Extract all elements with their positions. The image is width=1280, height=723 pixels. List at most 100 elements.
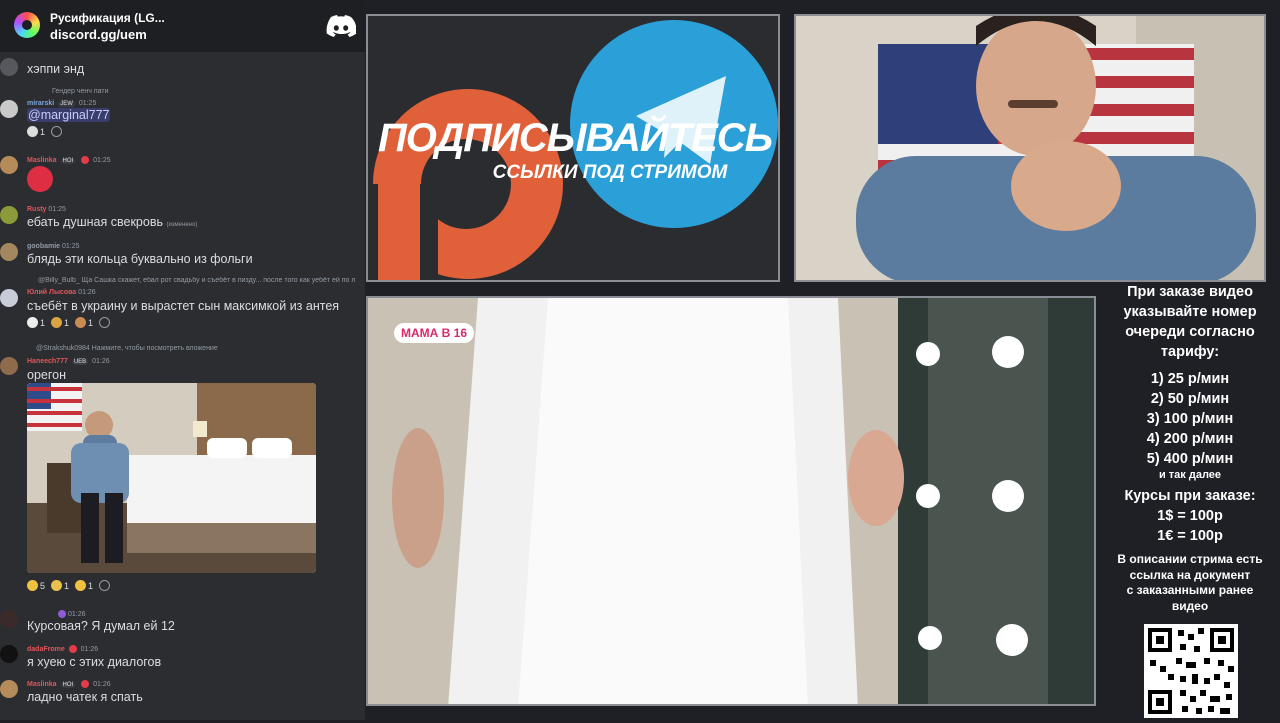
red-circle-emoji-icon xyxy=(27,166,53,192)
reaction-count: 1 xyxy=(88,580,94,591)
message-text: съебёт в украину и вырастет сын максимко… xyxy=(27,299,340,313)
speech-emoji-icon xyxy=(27,317,38,328)
author-name[interactable]: dadaFrome xyxy=(27,646,65,653)
rate-item: 1€ = 100р xyxy=(1157,528,1223,544)
banner-title: ПОДПИСЫВАЙТЕСЬ xyxy=(377,116,773,160)
show-logo-badge: МАМА В 16 xyxy=(394,323,475,343)
role-badge-icon xyxy=(58,610,66,618)
thumbs-up-emoji-icon xyxy=(51,580,63,591)
reaction[interactable]: 1 xyxy=(75,580,93,591)
user-mention[interactable]: @marginal777 xyxy=(27,108,111,122)
reply-preview: Гендер ченч пати xyxy=(52,88,109,95)
message-time: 01:26 xyxy=(68,610,86,618)
message-text: Курсовая? Я думал ей 12 xyxy=(27,619,175,633)
message-time: 01:25 xyxy=(48,206,66,213)
info-line: указывайте номер xyxy=(1123,304,1257,320)
doc-note: ссылка на документ xyxy=(1129,567,1251,582)
reaction[interactable]: 1 xyxy=(75,317,93,328)
subscribe-banner: ПОДПИСЫВАЙТЕСЬ ССЫЛКИ ПОД СТРИМОМ xyxy=(366,14,780,282)
author-name[interactable]: Rusty xyxy=(27,206,46,213)
reactions-bar: 5 1 1 xyxy=(27,580,111,591)
author-name[interactable]: Юлий Лысова xyxy=(27,289,76,296)
reaction-count: 1 xyxy=(64,317,70,328)
qr-code-icon[interactable] xyxy=(1144,624,1238,718)
reaction-count: 1 xyxy=(40,126,46,137)
tariff-item: 3) 100 р/мин xyxy=(1146,411,1234,427)
server-header[interactable]: Русификация (LG... discord.gg/uem xyxy=(0,0,365,52)
role-tag: HOI xyxy=(60,157,76,164)
avatar[interactable] xyxy=(0,156,18,174)
order-info: При заказе видео указывайте номер очеред… xyxy=(1100,282,1280,614)
message-time: 01:26 xyxy=(93,680,111,688)
reaction[interactable]: 1 xyxy=(51,317,69,328)
avatar[interactable] xyxy=(0,243,18,261)
avatar[interactable] xyxy=(0,289,18,307)
banner-subtitle: ССЫЛКИ ПОД СТРИМОМ xyxy=(492,162,728,183)
tariff-item: 2) 50 р/мин xyxy=(1150,391,1230,407)
message-time: 01:25 xyxy=(78,100,97,107)
chat-panel: Русификация (LG... discord.gg/uem хэппи … xyxy=(0,0,365,720)
hotel-room-photo xyxy=(27,383,316,573)
server-name: Русификация (LG... xyxy=(50,11,165,25)
author-name[interactable]: Maslinka xyxy=(27,681,57,688)
avatar[interactable] xyxy=(0,100,18,118)
avatar xyxy=(0,58,18,76)
attached-image[interactable] xyxy=(27,383,316,573)
tariff-etc: и так далее xyxy=(1158,469,1222,481)
info-line: При заказе видео xyxy=(1127,284,1253,300)
author-name[interactable]: Maslinka xyxy=(27,157,57,164)
message-time: 01:26 xyxy=(92,358,110,365)
info-line: очереди согласно xyxy=(1125,324,1255,340)
discord-logo-icon xyxy=(326,15,356,37)
message-text: ебать душная свекровь xyxy=(27,215,163,229)
laughing-emoji-icon xyxy=(27,580,38,591)
message-text: хэппи энд xyxy=(27,62,85,76)
message-text: ладно чатек я спать xyxy=(27,690,143,704)
avatar[interactable] xyxy=(0,680,18,698)
avatar[interactable] xyxy=(0,206,18,224)
server-invite-link[interactable]: discord.gg/uem xyxy=(50,27,147,42)
avatar[interactable] xyxy=(0,645,18,663)
message-text: блядь эти кольца буквально из фольги xyxy=(27,252,253,266)
message-time: 01:26 xyxy=(80,645,99,653)
doc-note: В описании стрима есть xyxy=(1117,552,1263,566)
tariff-item: 4) 200 р/мин xyxy=(1146,431,1234,447)
webcam-feed xyxy=(794,14,1266,282)
role-badge-icon xyxy=(81,156,90,164)
avatar[interactable] xyxy=(0,610,18,628)
reaction-count: 1 xyxy=(40,317,46,328)
reply-preview[interactable]: @Billy_Bulb_ Ща Сашка скажет, ебал рот с… xyxy=(38,277,363,284)
tariff-item: 5) 400 р/мин xyxy=(1146,451,1234,467)
role-tag: UEB xyxy=(71,359,89,365)
person-emoji-icon xyxy=(75,317,87,328)
message-text: я хуею с этих диалогов xyxy=(27,655,162,669)
skull-emoji-icon xyxy=(27,126,38,137)
avatar[interactable] xyxy=(0,357,18,375)
info-line: тарифу: xyxy=(1160,344,1220,360)
author-name[interactable]: goobamie xyxy=(27,243,60,250)
edited-label: (изменено) xyxy=(166,222,198,228)
add-reaction-icon[interactable] xyxy=(99,580,111,591)
reply-preview[interactable]: @Strakshuk0984 Нажмите, чтобы посмотреть… xyxy=(36,345,218,352)
role-badge-icon xyxy=(81,680,90,688)
doc-note: с заказанными ранее xyxy=(1126,583,1254,597)
video-player[interactable]: МАМА В 16 xyxy=(366,296,1096,706)
message-time: 01:25 xyxy=(93,156,111,164)
server-icon xyxy=(14,12,40,38)
reaction-count: 1 xyxy=(64,580,70,591)
author-name[interactable]: Haneech777 xyxy=(27,358,68,365)
laurel-emoji-icon xyxy=(51,317,63,328)
add-reaction-icon[interactable] xyxy=(99,317,111,328)
tariff-item: 1) 25 р/мин xyxy=(1150,371,1230,387)
message-time: 01:25 xyxy=(62,243,80,250)
reaction[interactable]: 5 xyxy=(27,580,45,591)
reaction[interactable]: 1 xyxy=(27,317,45,328)
add-reaction-icon[interactable] xyxy=(51,126,63,137)
author-name[interactable]: mirarski xyxy=(27,100,54,107)
role-tag: HOI xyxy=(60,681,76,688)
reaction[interactable]: 1 xyxy=(51,580,69,591)
reaction[interactable]: 1 xyxy=(27,126,45,137)
role-tag: JEW xyxy=(58,101,75,107)
video-frame xyxy=(368,298,1094,704)
grin-emoji-icon xyxy=(75,580,87,591)
